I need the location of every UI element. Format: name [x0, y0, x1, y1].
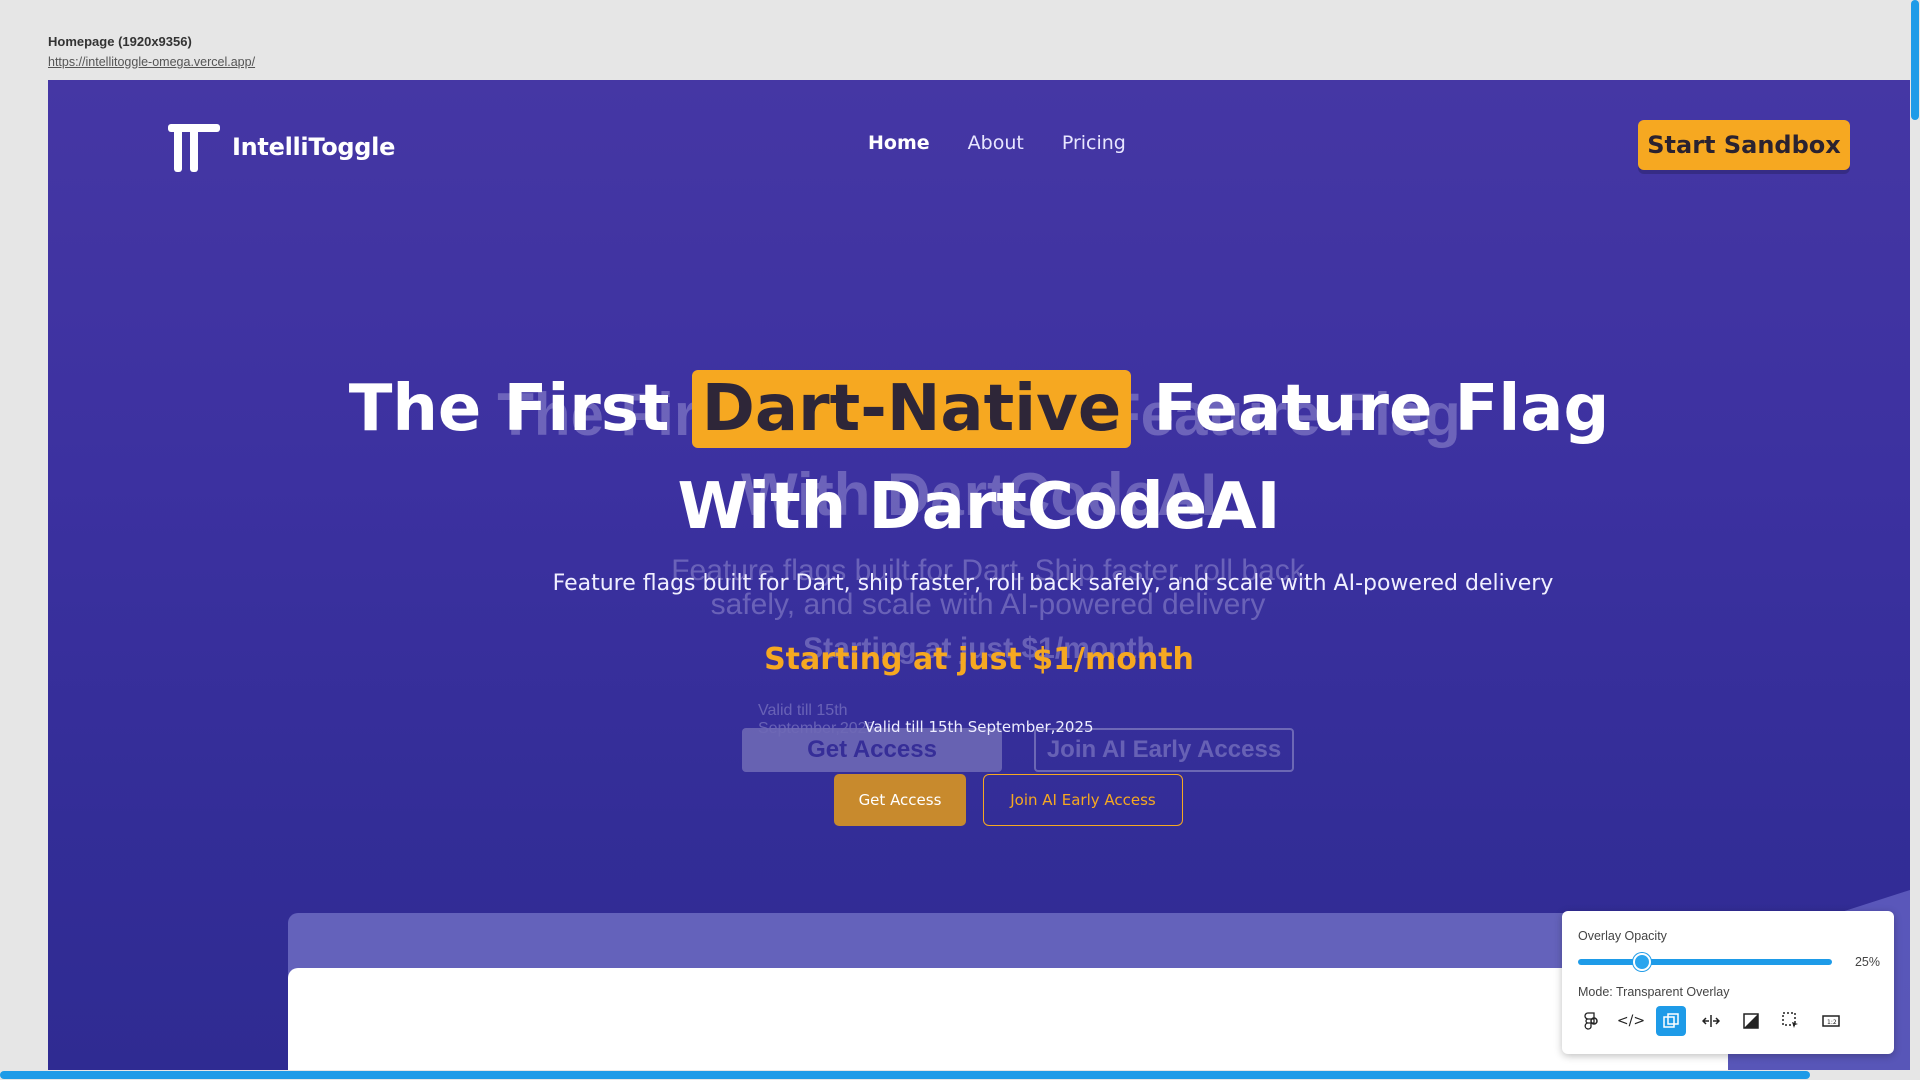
nav-pricing[interactable]: Pricing [1062, 132, 1126, 154]
hero-title-before: The First [348, 372, 670, 446]
hero-valid-until: Valid till 15th September,2025 [864, 718, 1094, 736]
frame-header: Homepage (1920x9356) https://intellitogg… [48, 34, 255, 71]
figma-icon[interactable] [1576, 1006, 1606, 1036]
code-icon[interactable]: </> [1616, 1006, 1646, 1036]
overlay-icon[interactable] [1656, 1006, 1686, 1036]
hero-title-line1: The First Dart-Native Feature Flag [48, 370, 1910, 448]
select-icon[interactable] [1776, 1006, 1806, 1036]
hero-price: Starting at just $1/month [764, 642, 1194, 677]
horizontal-scrollbar[interactable] [0, 1070, 1920, 1080]
vertical-scrollbar[interactable] [1910, 0, 1920, 1080]
main-nav: Home About Pricing [868, 132, 1126, 154]
hero-title-after: Feature Flag [1153, 372, 1610, 446]
hero-title-line2: With DartCodeAI [677, 470, 1281, 544]
nav-home[interactable]: Home [868, 132, 930, 154]
opacity-label: Overlay Opacity [1578, 929, 1667, 943]
opacity-value: 25% [1854, 955, 1880, 969]
logo-icon [164, 118, 222, 176]
mode-label: Mode: Transparent Overlay [1578, 985, 1730, 999]
start-sandbox-button[interactable]: Start Sandbox [1638, 120, 1850, 170]
contrast-icon[interactable] [1736, 1006, 1766, 1036]
get-access-button[interactable]: Get Access [834, 774, 966, 826]
split-icon[interactable] [1696, 1006, 1726, 1036]
frame-title: Homepage (1920x9356) [48, 34, 192, 49]
measure-icon[interactable]: 1:2 [1816, 1006, 1846, 1036]
svg-text:1:2: 1:2 [1827, 1019, 1837, 1026]
nav-about[interactable]: About [968, 132, 1024, 154]
opacity-slider-handle[interactable] [1632, 953, 1651, 971]
vertical-scroll-thumb[interactable] [1911, 0, 1919, 120]
preview-panel-body [288, 968, 1728, 1070]
mode-toolbar: </> 1:2 [1576, 1006, 1846, 1036]
hero-title-highlight: Dart-Native [691, 370, 1132, 448]
opacity-slider[interactable] [1578, 953, 1832, 971]
overlay-control-panel: Overlay Opacity 25% Mode: Transparent Ov… [1562, 911, 1894, 1054]
horizontal-scroll-thumb[interactable] [0, 1071, 1810, 1079]
frame-url-link[interactable]: https://intellitoggle-omega.vercel.app/ [48, 55, 255, 69]
brand-name: IntelliToggle [232, 133, 396, 161]
brand-logo[interactable]: IntelliToggle [164, 118, 395, 176]
hero-subtitle: Feature flags built for Dart, ship faste… [552, 571, 1554, 596]
join-ai-early-access-button[interactable]: Join AI Early Access [983, 774, 1183, 826]
